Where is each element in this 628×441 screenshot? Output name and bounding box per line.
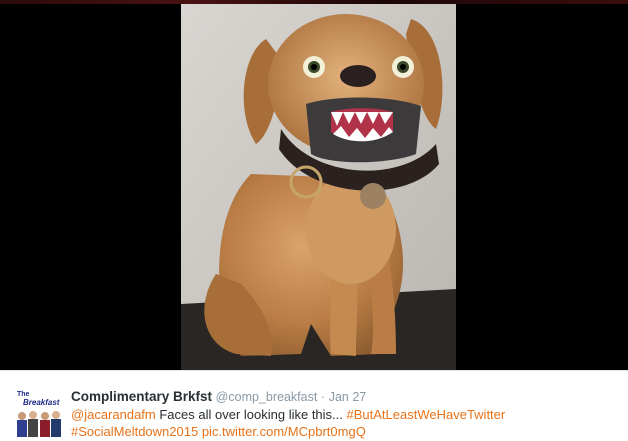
mention-link[interactable]: @jacarandafm — [71, 407, 156, 422]
tweet-header: Complimentary Brkfst @comp_breakfast · J… — [71, 389, 366, 405]
media-link[interactable]: pic.twitter.com/MCpbrt0mgQ — [202, 424, 366, 439]
dog-photo[interactable] — [181, 4, 456, 370]
avatar[interactable]: The Breakfast — [15, 389, 63, 437]
avatar-title-line1: The — [17, 391, 30, 398]
tweet: The Breakfast Complimentary Brkfst @comp… — [0, 370, 628, 441]
hashtag-link[interactable]: #ButAtLeastWeHaveTwitter — [347, 407, 506, 422]
hashtag-link[interactable]: #SocialMeltdown2015 — [71, 424, 198, 439]
avatar-title-line2: Breakfast — [23, 398, 60, 407]
tweet-media[interactable] — [0, 0, 628, 370]
tweet-timestamp[interactable]: Jan 27 — [329, 390, 367, 404]
author-fullname[interactable]: Complimentary Brkfst — [71, 389, 212, 404]
header-separator: · — [320, 390, 326, 404]
avatar-people-image — [15, 408, 63, 437]
tweet-page: The Breakfast Complimentary Brkfst @comp… — [0, 0, 628, 441]
tweet-body-text: Faces all over looking like this... — [155, 407, 347, 422]
author-username[interactable]: @comp_breakfast — [216, 390, 318, 404]
tweet-text: @jacarandafm Faces all over looking like… — [71, 406, 621, 440]
